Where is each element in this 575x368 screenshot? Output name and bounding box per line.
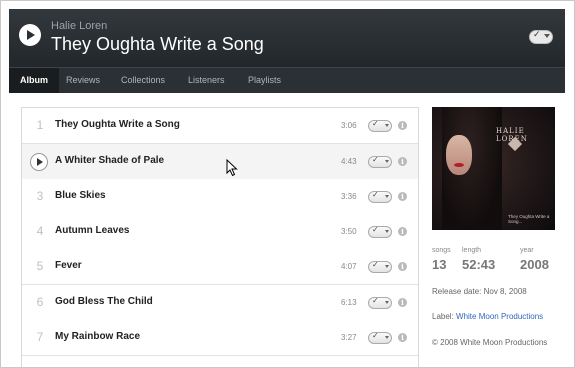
chevron-down-icon xyxy=(385,160,389,163)
info-icon[interactable]: i xyxy=(398,192,407,201)
track-row[interactable]: 4 Autumn Leaves 3:50 ✓ i xyxy=(22,214,418,250)
track-row[interactable]: 6 God Bless The Child 6:13 ✓ i xyxy=(22,285,418,321)
mouse-cursor-icon xyxy=(226,159,238,177)
track-row[interactable]: 1 They Oughta Write a Song 3:06 ✓ i xyxy=(22,108,418,144)
chevron-down-icon xyxy=(385,265,389,268)
track-add-toggle[interactable]: ✓ xyxy=(368,119,392,132)
track-row[interactable]: A Whiter Shade of Pale 4:43 ✓ i xyxy=(22,144,418,180)
check-icon: ✓ xyxy=(372,190,379,199)
track-add-toggle[interactable]: ✓ xyxy=(368,260,392,273)
check-icon: ✓ xyxy=(372,296,379,305)
play-album-icon[interactable] xyxy=(19,24,41,46)
year-value: 2008 xyxy=(520,257,549,272)
release-date: Release date: Nov 8, 2008 xyxy=(432,287,527,296)
cover-subtitle: They Oughta Write a Song... xyxy=(508,214,550,224)
track-add-toggle[interactable]: ✓ xyxy=(368,190,392,203)
cover-artist-logo: HALIE LOREN xyxy=(496,127,527,143)
check-icon: ✓ xyxy=(372,331,379,340)
track-number: 7 xyxy=(36,330,44,344)
track-duration: 4:43 xyxy=(341,157,357,166)
track-duration: 3:06 xyxy=(341,121,357,130)
track-duration: 3:27 xyxy=(341,333,357,342)
tab-album[interactable]: Album xyxy=(9,68,59,93)
tab-listeners[interactable]: Listeners xyxy=(177,68,236,93)
label-prefix: Label: xyxy=(432,312,454,321)
label-link[interactable]: White Moon Productions xyxy=(456,312,543,321)
track-list: 1 They Oughta Write a Song 3:06 ✓ i A Wh… xyxy=(21,107,419,367)
track-add-toggle[interactable]: ✓ xyxy=(368,296,392,309)
track-number: 4 xyxy=(36,224,44,238)
track-name[interactable]: A Whiter Shade of Pale xyxy=(55,155,164,166)
album-add-toggle[interactable]: ✓ xyxy=(529,29,553,44)
track-number: 3 xyxy=(36,189,44,203)
record-label: Label: White Moon Productions xyxy=(432,312,543,321)
cover-art-face xyxy=(446,135,472,175)
check-icon: ✓ xyxy=(372,155,379,164)
track-name[interactable]: Autumn Leaves xyxy=(55,225,129,236)
chevron-down-icon xyxy=(385,124,389,127)
info-icon[interactable]: i xyxy=(398,333,407,342)
album-window: Halie Loren They Oughta Write a Song ✓ A… xyxy=(0,0,575,368)
track-name[interactable]: Fever xyxy=(55,260,82,271)
chevron-down-icon xyxy=(385,195,389,198)
album-title: They Oughta Write a Song xyxy=(51,34,264,54)
track-add-toggle[interactable]: ✓ xyxy=(368,225,392,238)
cover-art-lips xyxy=(454,163,464,167)
track-name[interactable]: Blue Skies xyxy=(55,190,106,201)
track-row[interactable]: 3 Blue Skies 3:36 ✓ i xyxy=(22,179,418,215)
album-header: Halie Loren They Oughta Write a Song ✓ xyxy=(9,9,565,67)
track-duration: 3:50 xyxy=(341,227,357,236)
track-duration: 6:13 xyxy=(341,298,357,307)
info-icon[interactable]: i xyxy=(398,157,407,166)
copyright: © 2008 White Moon Productions xyxy=(432,338,548,347)
track-number: 6 xyxy=(36,295,44,309)
chevron-down-icon xyxy=(385,336,389,339)
year-label: year xyxy=(520,247,534,254)
check-icon: ✓ xyxy=(533,29,541,39)
length-value: 52:43 xyxy=(462,257,496,272)
info-icon[interactable]: i xyxy=(398,298,407,307)
track-add-toggle[interactable]: ✓ xyxy=(368,331,392,344)
tab-playlists[interactable]: Playlists xyxy=(237,68,292,93)
info-icon[interactable]: i xyxy=(398,262,407,271)
track-row[interactable]: 5 Fever 4:07 ✓ i xyxy=(22,249,418,285)
track-name[interactable]: My Rainbow Race xyxy=(55,331,140,342)
track-duration: 4:07 xyxy=(341,262,357,271)
info-icon[interactable]: i xyxy=(398,227,407,236)
album-cover[interactable]: HALIE LOREN They Oughta Write a Song... xyxy=(432,107,555,230)
songs-label: songs xyxy=(432,247,451,254)
check-icon: ✓ xyxy=(372,119,379,128)
songs-value: 13 xyxy=(432,257,447,272)
length-label: length xyxy=(462,247,482,254)
track-number: 5 xyxy=(36,259,44,273)
track-name[interactable]: They Oughta Write a Song xyxy=(55,119,180,130)
check-icon: ✓ xyxy=(372,225,379,234)
info-icon[interactable]: i xyxy=(398,121,407,130)
track-number: 1 xyxy=(36,118,44,132)
chevron-down-icon xyxy=(544,34,550,38)
chevron-down-icon xyxy=(385,230,389,233)
chevron-down-icon xyxy=(385,301,389,304)
track-name[interactable]: God Bless The Child xyxy=(55,296,153,307)
tab-collections[interactable]: Collections xyxy=(110,68,176,93)
check-icon: ✓ xyxy=(372,260,379,269)
tab-bar: Album Reviews Collections Listeners Play… xyxy=(9,67,565,93)
artist-name[interactable]: Halie Loren xyxy=(51,20,107,32)
play-track-icon[interactable] xyxy=(30,153,48,171)
track-add-toggle[interactable]: ✓ xyxy=(368,155,392,168)
track-duration: 3:36 xyxy=(341,192,357,201)
track-row[interactable]: 7 My Rainbow Race 3:27 ✓ i xyxy=(22,320,418,356)
tab-reviews[interactable]: Reviews xyxy=(55,68,111,93)
